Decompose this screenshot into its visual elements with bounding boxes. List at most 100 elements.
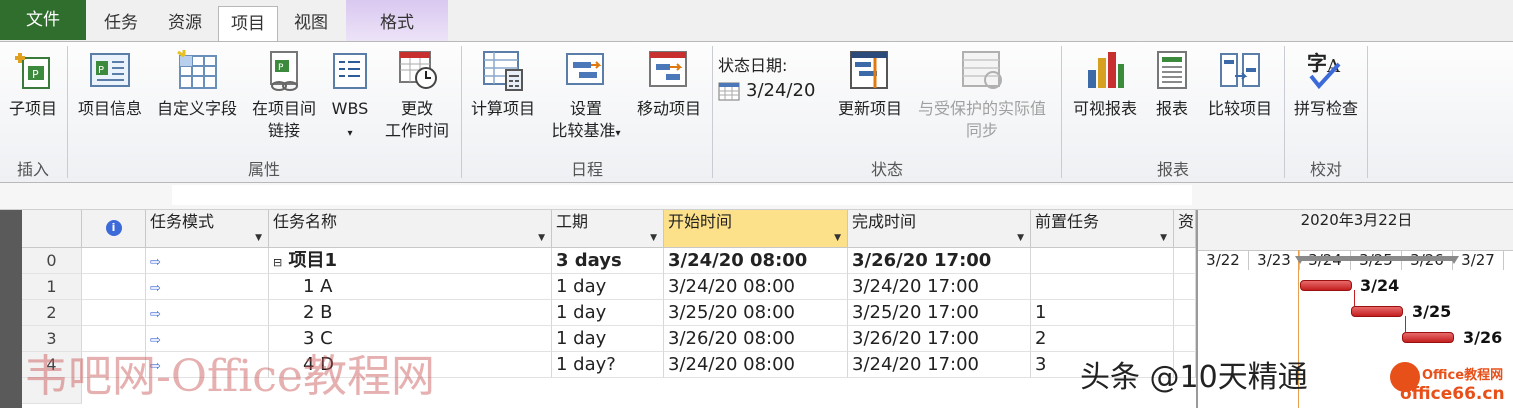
summary-bar-end [1449, 256, 1459, 264]
sync-label-line1: 与受保护的实际值 [917, 99, 1046, 118]
tab-task[interactable]: 任务 [90, 6, 152, 40]
update-project-button[interactable]: 更新项目 [832, 48, 908, 120]
header-finish[interactable]: 完成时间 ▼ [848, 210, 1031, 248]
row-number[interactable]: 0 [22, 248, 82, 274]
tab-project[interactable]: 项目 [218, 6, 278, 43]
spelling-button[interactable]: 字 A 拼写检查 [1288, 48, 1364, 120]
auto-schedule-icon: ⇨ [150, 255, 161, 270]
row-number[interactable]: 2 [22, 300, 82, 326]
chevron-down-icon[interactable]: ▼ [1160, 226, 1167, 250]
row-number[interactable]: 1 [22, 274, 82, 300]
task-bar[interactable] [1300, 280, 1352, 291]
task-name-cell[interactable]: ⊟ 项目1 [269, 248, 552, 274]
project-info-button[interactable]: P 项目信息 [72, 48, 148, 120]
start-cell[interactable]: 3/26/20 08:00 [664, 326, 848, 352]
custom-fields-button[interactable]: 自定义字段 [150, 48, 244, 120]
change-working-time-button[interactable]: 更改 工作时间 [378, 48, 456, 142]
resources-cell[interactable] [1174, 248, 1196, 274]
baseline-dropdown-icon[interactable]: ▾ [615, 128, 620, 139]
calculate-project-button[interactable]: 计算项目 [464, 48, 542, 120]
gantt-week-header: 2020年3月22日 [1198, 210, 1513, 231]
gantt-day: 3/27 [1453, 250, 1504, 270]
header-duration[interactable]: 工期 ▼ [552, 210, 664, 248]
status-date-value: 3/24/20 [746, 80, 816, 101]
header-task-mode[interactable]: 任务模式 ▼ [146, 210, 269, 248]
predecessors-cell[interactable] [1031, 274, 1174, 300]
watermark-caption: 头条 @10天精通 [1080, 360, 1308, 395]
start-cell[interactable]: 3/24/20 08:00 [664, 274, 848, 300]
finish-cell[interactable]: 3/25/20 17:00 [848, 300, 1031, 326]
predecessors-cell[interactable]: 2 [1031, 326, 1174, 352]
resources-cell[interactable] [1174, 326, 1196, 352]
tab-file[interactable]: 文件 [0, 0, 86, 40]
chevron-down-icon[interactable]: ▼ [834, 226, 841, 250]
wbs-dropdown-icon[interactable]: ▾ [347, 128, 352, 139]
chevron-down-icon[interactable]: ▼ [1017, 226, 1024, 250]
duration-cell[interactable]: 3 days [552, 248, 664, 274]
duration-cell[interactable]: 1 day [552, 274, 664, 300]
chevron-down-icon[interactable]: ▼ [538, 226, 545, 250]
collapse-icon[interactable]: ⊟ [273, 256, 282, 269]
duration-cell[interactable]: 1 day? [552, 352, 664, 378]
resources-cell[interactable] [1174, 274, 1196, 300]
resources-cell[interactable] [1174, 300, 1196, 326]
wbs-label: WBS [331, 99, 369, 118]
watermark-logo: Office教程网 office66.cn [1390, 362, 1508, 406]
links-between-projects-button[interactable]: P 在项目间 链接 [244, 48, 324, 142]
view-bar [0, 210, 22, 408]
move-project-button[interactable]: 移动项目 [630, 48, 708, 120]
group-properties-label: 属性 [247, 160, 280, 179]
finish-cell[interactable]: 3/26/20 17:00 [848, 248, 1031, 274]
select-all-corner[interactable] [22, 210, 82, 248]
entry-field[interactable] [172, 185, 1192, 205]
reports-button[interactable]: 报表 [1146, 48, 1198, 120]
tab-view[interactable]: 视图 [280, 6, 342, 40]
sync-icon [962, 51, 1002, 89]
summary-bar[interactable] [1298, 256, 1454, 261]
link-line [1405, 316, 1406, 332]
sync-protected-actuals-button[interactable]: 与受保护的实际值 同步 [908, 48, 1056, 142]
task-mode-cell[interactable]: ⇨ [146, 300, 269, 326]
duration-cell[interactable]: 1 day [552, 326, 664, 352]
gantt-day: 3/22 [1198, 250, 1249, 270]
chevron-down-icon[interactable]: ▼ [255, 226, 262, 250]
subproject-button[interactable]: P 子项目 [2, 48, 64, 120]
chevron-down-icon[interactable]: ▼ [650, 226, 657, 250]
reports-label: 报表 [1155, 99, 1188, 118]
start-cell[interactable]: 3/25/20 08:00 [664, 300, 848, 326]
task-name-cell[interactable]: 2 B [269, 300, 552, 326]
task-mode-cell[interactable]: ⇨ [146, 274, 269, 300]
visual-reports-button[interactable]: 可视报表 [1066, 48, 1144, 120]
tab-resource[interactable]: 资源 [154, 6, 216, 40]
task-bar[interactable] [1351, 306, 1403, 317]
table-row[interactable]: 2 ⇨ 2 B 1 day 3/25/20 08:00 3/25/20 17:0… [22, 300, 1217, 326]
update-project-icon [850, 51, 888, 89]
indicators-header[interactable]: i [82, 210, 146, 248]
header-resources[interactable]: 资 [1174, 210, 1196, 248]
finish-cell[interactable]: 3/24/20 17:00 [848, 274, 1031, 300]
set-baseline-button[interactable]: 设置 比较基准▾ [542, 48, 630, 145]
predecessors-cell[interactable]: 1 [1031, 300, 1174, 326]
task-bar[interactable] [1402, 332, 1454, 343]
table-row[interactable]: 0 ⇨ ⊟ 项目1 3 days 3/24/20 08:00 3/26/20 1… [22, 248, 1217, 274]
duration-cell[interactable]: 1 day [552, 300, 664, 326]
predecessors-cell[interactable] [1031, 248, 1174, 274]
header-predecessors[interactable]: 前置任务 ▼ [1031, 210, 1174, 248]
task-name-cell[interactable]: 1 A [269, 274, 552, 300]
start-cell[interactable]: 3/24/20 08:00 [664, 248, 848, 274]
wbs-button[interactable]: WBS ▾ [324, 48, 376, 145]
header-start[interactable]: 开始时间 ▼ [664, 210, 848, 248]
compare-projects-button[interactable]: 比较项目 [1200, 48, 1280, 120]
summary-bar-start [1295, 256, 1305, 264]
indicator-cell [82, 248, 146, 274]
start-cell[interactable]: 3/24/20 08:00 [664, 352, 848, 378]
update-project-label: 更新项目 [837, 99, 902, 118]
finish-cell[interactable]: 3/26/20 17:00 [848, 326, 1031, 352]
header-finish-label: 完成时间 [852, 212, 917, 231]
table-row[interactable]: 1 ⇨ 1 A 1 day 3/24/20 08:00 3/24/20 17:0… [22, 274, 1217, 300]
status-date-control[interactable]: 3/24/20 [718, 80, 815, 101]
finish-cell[interactable]: 3/24/20 17:00 [848, 352, 1031, 378]
header-task-name[interactable]: 任务名称 ▼ [269, 210, 552, 248]
task-mode-cell[interactable]: ⇨ [146, 248, 269, 274]
tab-format[interactable]: 格式 [346, 0, 448, 42]
